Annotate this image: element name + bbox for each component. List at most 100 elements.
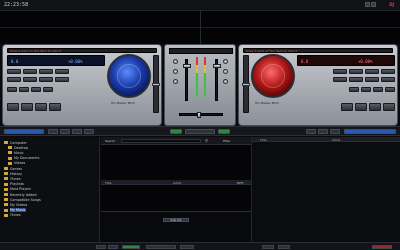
volume-fader-right-cap[interactable]	[213, 64, 221, 68]
sidebar-item-label: Computer	[10, 140, 27, 145]
folder-icon	[4, 203, 8, 207]
strip-button-7[interactable]	[330, 129, 340, 134]
deck-left-in-button[interactable]	[7, 87, 17, 92]
volume-fader-left-cap[interactable]	[183, 64, 191, 68]
gain-knob-left[interactable]	[173, 59, 178, 64]
strip-button-1[interactable]	[48, 129, 58, 134]
deck-left-cue3-button[interactable]	[39, 77, 53, 82]
gain-knob-right[interactable]	[223, 59, 228, 64]
strip-sync-button-left[interactable]	[170, 129, 182, 134]
volume-fader-left[interactable]	[183, 59, 191, 101]
waveform-right[interactable]	[200, 11, 400, 44]
deck-right-sync-button[interactable]	[383, 103, 395, 111]
deck-right-cue3-button[interactable]	[365, 77, 379, 82]
bottom-button-6[interactable]	[262, 245, 274, 249]
deck-right-cue2-button[interactable]	[349, 77, 363, 82]
brand-logo: DJ	[389, 2, 394, 7]
deck-right-controls	[297, 69, 395, 119]
right-column-title[interactable]: Title	[260, 138, 266, 142]
deck-right-cue4-button[interactable]	[381, 77, 395, 82]
deck-left-cue1-button[interactable]	[7, 77, 21, 82]
deck-left-pitch-handle[interactable]	[152, 83, 160, 86]
sidebar-item-label: My Videos	[10, 202, 28, 207]
deck-right-position-bar[interactable]	[344, 129, 396, 134]
deck-right-double-button[interactable]	[385, 87, 395, 92]
deck-left-sampler-button[interactable]	[39, 69, 53, 74]
deck-left-out-button[interactable]	[19, 87, 29, 92]
sidebar-item-label: History	[10, 171, 23, 176]
bottom-button-7[interactable]	[278, 245, 290, 249]
deck-left-video-button[interactable]	[55, 69, 69, 74]
deck-right-pitch-handle[interactable]	[242, 83, 250, 86]
eq-high-knob-left[interactable]	[173, 69, 178, 74]
volume-fader-right[interactable]	[213, 59, 221, 101]
column-header-title[interactable]: Title	[105, 181, 111, 185]
deck-left-platter[interactable]	[107, 54, 151, 98]
search-bar: Search ⚲ Filter	[101, 137, 251, 145]
deck-left-bpm: 0.0	[11, 59, 19, 64]
strip-button-5[interactable]	[306, 129, 316, 134]
deck-left-cue4-button[interactable]	[55, 77, 69, 82]
maximize-button[interactable]	[371, 2, 376, 7]
bottom-button-4[interactable]	[146, 245, 176, 249]
deck-left-display: 0.0 +0.00%	[7, 55, 105, 66]
deck-right-play-button[interactable]	[355, 103, 367, 111]
column-header-artist[interactable]: Artist	[173, 181, 181, 185]
deck-left-pitch-readout: +0.00%	[68, 59, 83, 64]
bottom-button-5[interactable]	[180, 245, 194, 249]
deck-left-loop-button[interactable]	[7, 69, 21, 74]
waveform-left[interactable]	[0, 11, 200, 44]
deck-left-cue2-button[interactable]	[23, 77, 37, 82]
eq-high-knob-right[interactable]	[223, 69, 228, 74]
bottom-button-2[interactable]	[108, 245, 118, 249]
deck-right-mode-label: HQ Master Pitch	[255, 101, 280, 105]
deck-right-display: 0.0 +0.00%	[297, 55, 395, 66]
deck-left-sync-button[interactable]	[49, 103, 61, 111]
eq-mid-knob-right[interactable]	[223, 79, 228, 84]
folder-icon	[4, 167, 8, 170]
deck-left-cue-button[interactable]	[7, 103, 19, 111]
file-list[interactable]: Title Artist BPM	[101, 145, 251, 211]
crossfader[interactable]	[179, 112, 223, 118]
sidebar-item[interactable]: iTunes	[4, 213, 21, 218]
column-header-bpm[interactable]: BPM	[237, 181, 243, 185]
deck-right-video-button[interactable]	[381, 69, 395, 74]
deck-right-cue-button[interactable]	[341, 103, 353, 111]
eq-mid-knob-left[interactable]	[173, 79, 178, 84]
deck-right-effect-button[interactable]	[349, 69, 363, 74]
deck-right-half-button[interactable]	[373, 87, 383, 92]
strip-sync-button-right[interactable]	[218, 129, 230, 134]
crossfader-cap[interactable]	[197, 112, 201, 118]
search-icon[interactable]: ⚲	[205, 138, 208, 143]
strip-button-2[interactable]	[60, 129, 70, 134]
deck-left-play-button[interactable]	[21, 103, 33, 111]
strip-button-6[interactable]	[318, 129, 328, 134]
deck-right-loop-button[interactable]	[333, 69, 347, 74]
deck-left-double-button[interactable]	[43, 87, 53, 92]
bottom-button-1[interactable]	[96, 245, 106, 249]
deck-right-stop-button[interactable]	[369, 103, 381, 111]
deck-right-cue1-button[interactable]	[333, 77, 347, 82]
strip-center-button[interactable]	[185, 129, 215, 134]
minimize-button[interactable]	[365, 2, 370, 7]
folder-icon	[4, 141, 8, 144]
deck-right-platter[interactable]	[251, 54, 295, 98]
deck-right-out-button[interactable]	[361, 87, 371, 92]
side-list-button[interactable]: Side List	[163, 218, 189, 222]
right-column-artist[interactable]: Artist	[332, 138, 340, 142]
deck-left-pitch-slider[interactable]	[152, 55, 160, 113]
deck-left-half-button[interactable]	[31, 87, 41, 92]
deck-left-position-bar[interactable]	[4, 129, 44, 134]
bottom-button-8[interactable]	[372, 245, 392, 249]
deck-right-sampler-button[interactable]	[365, 69, 379, 74]
deck-left-stop-button[interactable]	[35, 103, 47, 111]
folder-icon	[4, 208, 8, 212]
bottom-button-3[interactable]	[122, 245, 140, 249]
deck-left-effect-button[interactable]	[23, 69, 37, 74]
folder-icon	[8, 161, 12, 165]
search-input[interactable]	[121, 139, 201, 143]
strip-button-4[interactable]	[84, 129, 94, 134]
deck-right-pitch-slider[interactable]	[242, 55, 250, 113]
strip-button-3[interactable]	[72, 129, 82, 134]
deck-right-in-button[interactable]	[349, 87, 359, 92]
